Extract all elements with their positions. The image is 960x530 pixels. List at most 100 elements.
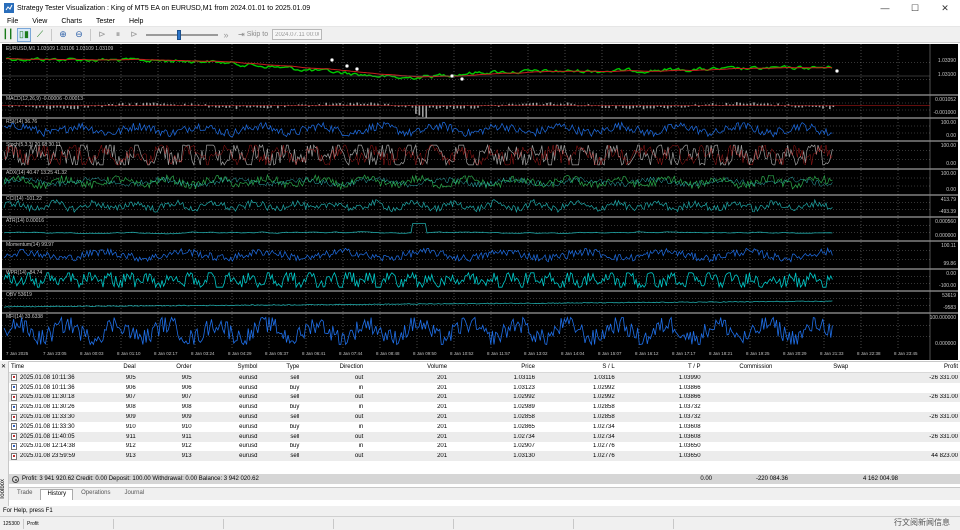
main-scale-bottom: 1.03100 xyxy=(937,72,956,78)
menu-view[interactable]: View xyxy=(25,18,54,25)
col-order[interactable]: Order xyxy=(138,364,194,370)
macd-bar xyxy=(83,105,86,108)
col-price[interactable]: Price xyxy=(449,364,537,370)
table-row[interactable]: 2025.01.08 11:33:30 909 909 eurusd sell out 20… xyxy=(9,412,960,422)
cell-profit: -26 331.00 xyxy=(929,394,958,401)
table-row[interactable]: 2025.01.08 10:11:36 905 905 eurusd sell out 20… xyxy=(9,373,960,383)
status-cell-value: 125300 xyxy=(0,518,24,529)
tab-trade[interactable]: Trade xyxy=(11,489,38,500)
macd-bar xyxy=(639,105,641,108)
indicator-scale-bottom: -493.39 xyxy=(939,209,956,215)
macd-bar xyxy=(32,105,34,108)
indicator-scale-top: 100.11 xyxy=(941,243,956,249)
zoom-out-icon[interactable]: ⊖ xyxy=(72,28,86,42)
col-type[interactable]: Type xyxy=(259,364,301,370)
bar-chart-icon[interactable]: ┃┃ xyxy=(1,28,15,42)
table-row[interactable]: 2025.01.08 23:59:59 913 913 eurusd sell out 20… xyxy=(9,451,960,462)
macd-bar xyxy=(649,105,652,109)
menu-file[interactable]: File xyxy=(0,18,25,25)
macd-bar xyxy=(818,105,821,108)
maximize-button[interactable]: ☐ xyxy=(900,0,930,16)
cell-sl: 1.02734 xyxy=(593,433,615,440)
step-icon[interactable]: ⊳ xyxy=(127,28,141,42)
cell-price: 1.02907 xyxy=(513,443,535,450)
cell-sl: 1.03116 xyxy=(593,374,615,381)
slider-thumb[interactable] xyxy=(176,29,181,40)
macd-bar xyxy=(646,105,648,109)
col-deal[interactable]: Deal xyxy=(100,364,138,370)
table-row[interactable]: 2025.01.08 11:33:30 910 910 eurusd buy in 201 1… xyxy=(9,421,960,432)
close-button[interactable]: ✕ xyxy=(930,0,960,16)
time-axis-label: 8 Jan 05:37 xyxy=(265,351,289,356)
toolbox-close-icon[interactable]: ✕ xyxy=(1,363,6,370)
time-axis-label: 8 Jan 04:29 xyxy=(228,351,252,356)
cell-order: 912 xyxy=(181,443,192,450)
macd-bar xyxy=(70,105,72,109)
indicator-label: MACD(12,26,9) -0.00006 -0.00013 xyxy=(6,96,83,102)
summary-commission: 0.00 xyxy=(700,476,712,482)
table-row[interactable]: 2025.01.08 10:11:36 906 906 eurusd buy in 201 1… xyxy=(9,382,960,393)
col-time[interactable]: Time xyxy=(9,364,100,370)
pause-icon[interactable]: ⏸ xyxy=(111,28,125,42)
col-sl[interactable]: S / L xyxy=(537,364,617,370)
summary-text: Profit: 3 941 920.62 Credit: 0.00 Deposi… xyxy=(22,476,259,482)
tab-journal[interactable]: Journal xyxy=(118,489,150,500)
time-text: 2025.01.08 12:14:38 xyxy=(20,443,76,450)
tab-history[interactable]: History xyxy=(40,489,74,500)
time-text: 2025.01.08 23:59:59 xyxy=(20,453,76,460)
menu-charts[interactable]: Charts xyxy=(54,18,89,25)
cell-direction: out xyxy=(354,394,364,401)
cell-type: buy xyxy=(289,423,300,430)
col-symbol[interactable]: Symbol xyxy=(194,364,260,370)
cell-deal: 911 xyxy=(126,433,136,440)
col-swap[interactable]: Swap xyxy=(774,364,850,370)
menu-help[interactable]: Help xyxy=(122,18,150,25)
table-row[interactable]: 2025.01.08 11:30:18 907 907 eurusd sell out 20… xyxy=(9,392,960,403)
indicator-scale-bottom: 99.86 xyxy=(943,261,956,267)
skip-label: Skip to xyxy=(246,31,269,38)
table-row[interactable]: 2025.01.08 12:14:38 912 912 eurusd buy in 201 1… xyxy=(9,441,960,452)
macd-bar xyxy=(432,105,434,108)
macd-bar xyxy=(246,105,248,108)
trade-marker xyxy=(330,58,334,62)
speed-slider[interactable] xyxy=(146,29,218,41)
macd-bar xyxy=(629,105,631,109)
col-tp[interactable]: T / P xyxy=(617,364,703,370)
cell-time: 2025.01.08 11:30:18 xyxy=(9,393,100,401)
col-profit[interactable]: Profit xyxy=(850,364,960,370)
play-icon[interactable]: ⊳ xyxy=(95,28,109,42)
col-volume[interactable]: Volume xyxy=(365,364,449,370)
cell-deal: 912 xyxy=(125,443,136,450)
table-row[interactable]: 2025.01.08 11:30:26 908 908 eurusd buy in 201 1… xyxy=(9,402,960,413)
menu-tester[interactable]: Tester xyxy=(89,18,122,25)
col-direction[interactable]: Direction xyxy=(301,364,365,370)
minimize-button[interactable]: — xyxy=(870,0,900,16)
status-bar: For Help, press F1 xyxy=(0,506,960,516)
tab-operations[interactable]: Operations xyxy=(75,489,116,500)
col-commission[interactable]: Commission xyxy=(703,364,775,370)
cell-symbol: eurusd xyxy=(239,423,258,430)
cell-price: 1.02734 xyxy=(513,433,535,440)
indicator-scale-top: 100.00 xyxy=(940,143,956,149)
indicator-scale-bottom: 0.00 xyxy=(946,133,956,139)
cell-volume: 201 xyxy=(437,423,448,430)
indicator-scale-bottom: 0.000000 xyxy=(935,341,956,347)
macd-bar xyxy=(66,105,69,108)
skip-date-input[interactable] xyxy=(272,29,323,40)
cell-direction: in xyxy=(358,384,364,391)
macd-bar xyxy=(42,105,45,108)
time-axis-label: 8 Jan 02:17 xyxy=(154,351,178,356)
indicator-label: ADX(14) 40.47 13.25 41.32 xyxy=(6,170,67,176)
cell-order: 908 xyxy=(181,404,192,411)
candlestick-chart-icon[interactable]: ▯▮ xyxy=(17,27,31,42)
cci-line xyxy=(3,198,833,214)
cell-order: 907 xyxy=(181,394,192,401)
zoom-in-icon[interactable]: ⊕ xyxy=(56,28,70,42)
cell-sl: 1.02858 xyxy=(593,404,615,411)
skip-to-button[interactable]: ⇥ Skip to xyxy=(238,30,268,39)
trade-marker xyxy=(450,74,454,78)
chart-area[interactable]: EURUSD,M1 1.03109 1.03106 1.03109 1.0310… xyxy=(2,44,958,360)
table-row[interactable]: 2025.01.08 11:40:05 911 911 eurusd sell out 20… xyxy=(9,431,960,442)
fast-forward-icon[interactable]: » xyxy=(219,28,233,42)
line-chart-icon[interactable]: ⟋ xyxy=(33,28,47,42)
